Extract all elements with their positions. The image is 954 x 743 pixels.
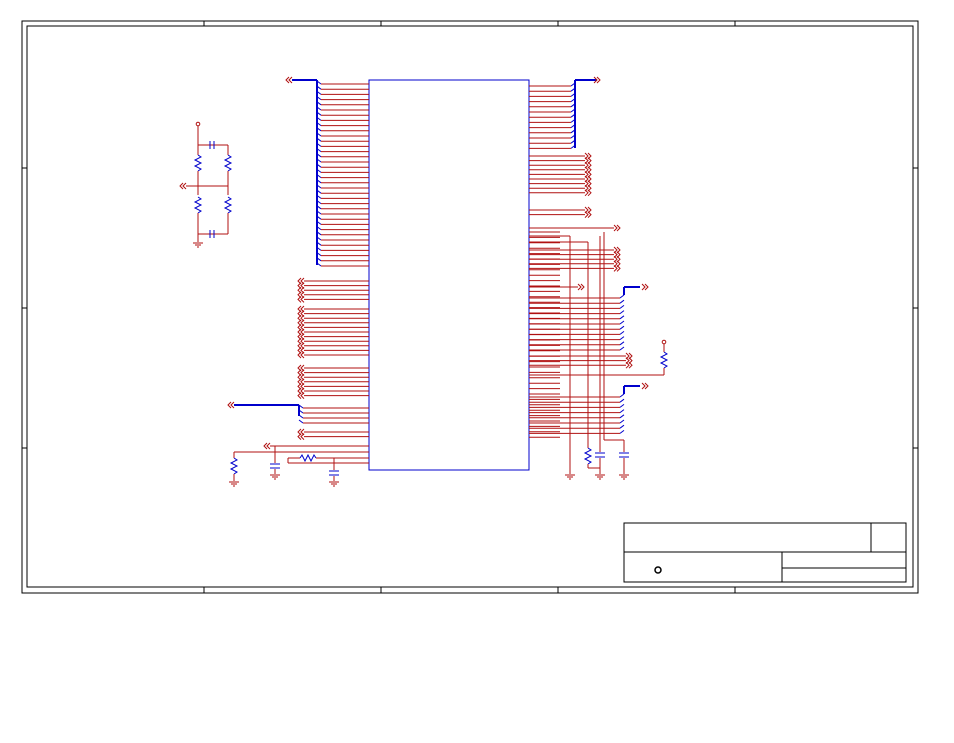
offpage-connectors	[227, 76, 649, 440]
outer-frame	[21, 20, 919, 594]
capacitor-icon	[595, 452, 605, 458]
bus-left-top	[292, 79, 318, 265]
offpage-connector-icon	[641, 382, 649, 390]
bus-entry	[619, 414, 625, 419]
bus-entry	[619, 398, 625, 403]
bus-entry	[619, 315, 625, 320]
bus-entry	[619, 325, 625, 330]
ground-icon	[619, 474, 629, 480]
voltage-divider-network	[179, 121, 233, 248]
bus-entry	[619, 346, 625, 351]
right-pin-wires	[529, 82, 626, 438]
ground-icon	[329, 481, 339, 487]
offpage-connector-icon	[613, 224, 621, 232]
resistor-icon	[659, 351, 669, 369]
bus-entry	[619, 320, 625, 325]
bus-entry	[619, 429, 625, 434]
power-pin-icon	[195, 121, 201, 127]
resistor-icon	[193, 196, 203, 214]
ground-icon	[229, 481, 239, 487]
resistor-icon	[223, 196, 233, 214]
offpage-connector-icon	[179, 182, 187, 190]
bus-entry	[619, 341, 625, 346]
offpage-connector-icon	[263, 442, 271, 450]
ground-icon	[193, 242, 203, 248]
logo-ring-icon	[654, 566, 662, 574]
ground-icon	[270, 474, 280, 480]
resistor-icon	[299, 453, 317, 463]
resistor-icon	[583, 447, 593, 465]
bus-entry	[619, 294, 625, 299]
bus-entry	[619, 419, 625, 424]
main-ic-body	[368, 79, 530, 471]
resistor-icon	[193, 154, 203, 172]
capacitor-icon	[329, 470, 339, 476]
resistor-icon	[229, 457, 239, 475]
bus-entry	[619, 409, 625, 414]
schematic-sheet	[0, 0, 954, 738]
bus-entry	[619, 336, 625, 341]
bus-entry	[619, 304, 625, 309]
zone-ticks	[22, 21, 918, 593]
bus-right-top	[574, 79, 597, 148]
inner-frame	[26, 25, 914, 588]
capacitor-icon	[270, 463, 280, 469]
bus-right-mid	[623, 286, 640, 394]
lower-right-passives	[529, 236, 669, 480]
title-block	[623, 522, 907, 583]
bus-entry	[619, 310, 625, 315]
power-pin-icon	[661, 339, 667, 345]
offpage-connector-icon	[227, 401, 235, 409]
offpage-connector-icon	[577, 283, 585, 291]
bus-entry	[619, 403, 625, 408]
offpage-connector-icon	[641, 283, 649, 291]
capacitor-icon	[619, 452, 629, 458]
bus-entry	[298, 419, 304, 424]
offpage-connector-icon	[285, 76, 293, 84]
schematic-canvas	[21, 20, 919, 594]
ground-icon	[595, 474, 605, 480]
bus-entry	[619, 299, 625, 304]
lower-left-passives	[229, 442, 369, 487]
right-vertical-wires	[529, 232, 624, 441]
bus-left-bottom	[234, 404, 300, 416]
left-pin-wires	[298, 80, 369, 438]
bus-entry	[619, 330, 625, 335]
ground-icon	[565, 474, 575, 480]
bus-entry	[619, 393, 625, 398]
resistor-icon	[223, 154, 233, 172]
bus-entry	[619, 424, 625, 429]
